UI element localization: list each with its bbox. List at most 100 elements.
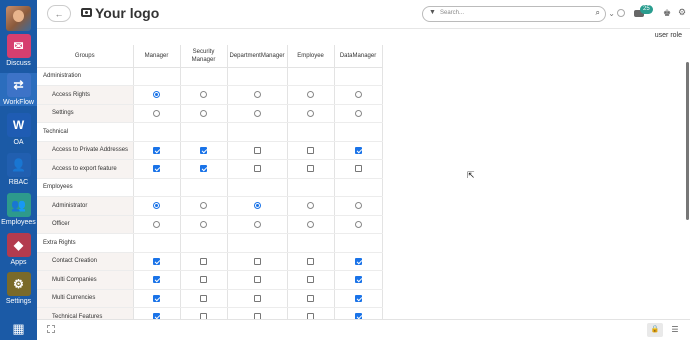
role-radio[interactable] — [253, 109, 261, 117]
app-grid-icon[interactable]: ▦ — [0, 318, 37, 340]
role-checkbox[interactable] — [253, 276, 261, 284]
role-radio[interactable] — [307, 91, 315, 99]
sidebar-app-employees[interactable]: 👥 Employees — [0, 193, 37, 226]
sidebar-app-apps[interactable]: ◆ Apps — [0, 233, 37, 266]
logo-text: Your logo — [95, 5, 160, 21]
lock-icon[interactable]: 🔒 — [647, 323, 663, 337]
role-checkbox[interactable] — [200, 165, 207, 173]
permission-cell — [334, 122, 383, 142]
permission-cell — [133, 159, 181, 179]
permission-cell — [180, 85, 228, 105]
top-bar: ← Your logo ▼ Search... ⌕ ⌄ 25 ♚ ⚙ — [37, 0, 690, 29]
permission-cell — [133, 178, 181, 197]
role-radio[interactable] — [153, 109, 160, 117]
role-checkbox[interactable] — [200, 257, 207, 265]
role-checkbox[interactable] — [200, 276, 207, 284]
role-radio[interactable] — [307, 220, 315, 228]
list-icon[interactable]: ☰ — [667, 323, 683, 337]
role-checkbox[interactable] — [354, 294, 362, 302]
chevron-down-icon[interactable]: ⌄ — [608, 9, 615, 18]
role-checkbox[interactable] — [153, 146, 160, 154]
role-radio[interactable] — [253, 91, 261, 99]
role-checkbox[interactable] — [153, 257, 160, 265]
role-checkbox[interactable] — [307, 276, 315, 284]
role-checkbox[interactable] — [307, 257, 315, 265]
role-checkbox[interactable] — [354, 146, 362, 154]
role-radio[interactable] — [307, 109, 315, 117]
role-checkbox[interactable] — [200, 294, 207, 302]
role-radio[interactable] — [307, 202, 315, 210]
sidebar-app-oa[interactable]: W OA — [0, 113, 37, 146]
camera-icon — [81, 8, 92, 17]
group-row: Extra Rights — [37, 233, 383, 253]
permission-cell — [334, 196, 383, 216]
permission-cell — [287, 104, 335, 123]
role-checkbox[interactable] — [253, 294, 261, 302]
permission-cell — [287, 233, 335, 253]
role-checkbox[interactable] — [200, 146, 207, 154]
permission-cell — [287, 122, 335, 142]
word-icon: W — [6, 113, 31, 137]
role-radio[interactable] — [200, 202, 207, 210]
permission-cell — [133, 215, 181, 234]
sidebar-app-rbac[interactable]: 👤 RBAC — [0, 153, 37, 186]
sidebar-app-workflow[interactable]: ⇄ WorkFlow — [0, 73, 37, 106]
role-radio[interactable] — [153, 91, 160, 99]
permission-cell — [287, 85, 335, 105]
role-checkbox[interactable] — [354, 257, 362, 265]
search-input[interactable]: Search... — [440, 10, 464, 16]
permission-cell — [334, 215, 383, 234]
permission-cell — [334, 67, 383, 86]
permission-cell — [334, 289, 383, 308]
role-checkbox[interactable] — [307, 165, 315, 173]
role-radio[interactable] — [354, 91, 362, 99]
role-radio[interactable] — [200, 220, 207, 228]
role-radio[interactable] — [253, 202, 261, 210]
permission-cell — [133, 104, 181, 123]
role-checkbox[interactable] — [354, 276, 362, 284]
permission-cell — [180, 196, 228, 216]
table-row: Access to export feature — [37, 159, 383, 179]
role-radio[interactable] — [354, 109, 362, 117]
avatar[interactable] — [6, 6, 31, 31]
role-radio[interactable] — [153, 202, 160, 210]
mouse-cursor-icon: ⇱ — [467, 170, 475, 180]
group-label: Technical — [37, 122, 134, 142]
role-radio[interactable] — [253, 220, 261, 228]
role-radio[interactable] — [200, 91, 207, 99]
role-radio[interactable] — [153, 220, 160, 228]
table-row: Settings — [37, 104, 383, 123]
sidebar-app-discuss[interactable]: ✉ Discuss — [0, 34, 37, 67]
group-label: Extra Rights — [37, 233, 134, 253]
role-radio[interactable] — [200, 109, 207, 117]
sidebar-app-label: Apps — [10, 259, 27, 266]
role-radio[interactable] — [354, 202, 362, 210]
role-checkbox[interactable] — [307, 294, 315, 302]
permission-label: Officer — [37, 215, 134, 234]
permission-cell — [133, 270, 181, 290]
vertical-scrollbar[interactable] — [686, 62, 689, 220]
fullscreen-icon[interactable] — [47, 325, 55, 333]
permission-label: Technical Features — [37, 307, 134, 319]
clock-icon[interactable] — [617, 9, 625, 17]
role-radio[interactable] — [354, 220, 362, 228]
role-checkbox[interactable] — [253, 146, 261, 154]
role-checkbox[interactable] — [354, 165, 362, 173]
sidebar-app-settings[interactable]: ⚙ Settings — [0, 272, 37, 305]
role-checkbox[interactable] — [253, 257, 261, 265]
gear-icon[interactable]: ⚙ — [678, 7, 686, 18]
sidebar-app-label: Employees — [1, 219, 36, 226]
search-icon[interactable]: ⌕ — [596, 8, 600, 18]
back-button[interactable]: ← — [47, 5, 71, 22]
user-icon[interactable]: ♚ — [663, 8, 671, 19]
search-box[interactable]: ▼ Search... ⌕ ⌄ — [422, 6, 615, 22]
permission-label: Multi Currencies — [37, 289, 134, 308]
role-checkbox[interactable] — [307, 146, 315, 154]
permission-cell — [334, 178, 383, 197]
permission-cell — [227, 178, 288, 197]
role-checkbox[interactable] — [253, 165, 261, 173]
filter-icon[interactable]: ▼ — [429, 9, 436, 16]
role-checkbox[interactable] — [153, 276, 160, 284]
role-checkbox[interactable] — [153, 294, 160, 302]
role-checkbox[interactable] — [153, 165, 160, 173]
